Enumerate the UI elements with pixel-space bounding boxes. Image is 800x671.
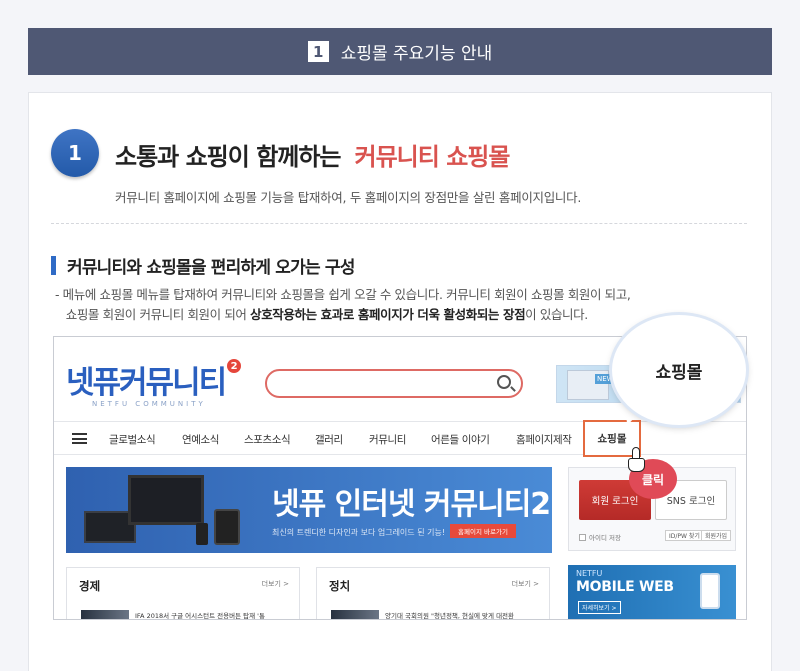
feature-title-text: 커뮤니티와 쇼핑몰을 편리하게 오가는 구성 bbox=[67, 258, 355, 278]
news-more-link[interactable]: 더보기 > bbox=[512, 579, 539, 589]
mobile-web-more-button[interactable]: 자세히보기 > bbox=[578, 601, 621, 614]
shop-callout-bubble: 쇼핑몰 bbox=[612, 315, 746, 425]
headline-prefix: 소통과 쇼핑이 함께하는 bbox=[115, 143, 342, 171]
nav-item-homepage[interactable]: 홈페이지제작 bbox=[516, 432, 572, 447]
main-banner-title: 넷퓨 인터넷 커뮤니티2 bbox=[272, 487, 551, 522]
find-id-pw-button[interactable]: ID/PW 찾기 bbox=[665, 530, 704, 541]
pointer-hand-icon bbox=[626, 447, 646, 473]
nav-item-gallery[interactable]: 갤러리 bbox=[315, 432, 343, 447]
homepage-link-button[interactable]: 홈페이지 바로가기 bbox=[450, 524, 516, 538]
news-headline[interactable]: 양기대 국회의원 "청년정책, 현실에 맞게 대전환 bbox=[385, 610, 514, 619]
divider bbox=[51, 223, 747, 224]
phone-image bbox=[196, 523, 208, 545]
phone-icon bbox=[700, 573, 720, 609]
nav-item-sports[interactable]: 스포츠소식 bbox=[244, 432, 291, 447]
site-logo-subtitle: NETFU COMMUNITY bbox=[92, 400, 206, 408]
nav-item-entertainment[interactable]: 연예소식 bbox=[182, 432, 219, 447]
title-accent-bar bbox=[51, 256, 56, 275]
news-title: 정치 bbox=[329, 579, 351, 593]
site-logo[interactable]: 넷퓨커뮤니티 2 bbox=[66, 357, 242, 402]
monitor-image bbox=[128, 475, 204, 525]
hamburger-menu-icon[interactable] bbox=[72, 433, 87, 444]
news-box-politics: 정치 더보기 > 양기대 국회의원 "청년정책, 현실에 맞게 대전환 bbox=[316, 567, 550, 619]
hand-palm bbox=[628, 458, 645, 472]
checkbox-icon[interactable] bbox=[579, 533, 586, 541]
desc-line-2: 쇼핑몰 회원이 커뮤니티 회원이 되어 상호작용하는 효과로 홈페이지가 더욱 … bbox=[55, 305, 630, 325]
mobile-web-title: MOBILE WEB bbox=[576, 579, 674, 595]
main-banner[interactable]: 넷퓨 인터넷 커뮤니티2 최신의 트렌디한 디자인과 보다 업그레이드 된 기능… bbox=[66, 467, 552, 553]
mobile-web-brand: NETFU bbox=[576, 569, 603, 578]
search-input[interactable] bbox=[265, 369, 523, 398]
news-box-economy: 경제 더보기 > IFA 2018서 구글 어시스턴트 전용버튼 탑재 '통 bbox=[66, 567, 300, 619]
desc-line-2c: 이 있습니다. bbox=[525, 307, 588, 322]
headline-highlight: 커뮤니티 쇼핑몰 bbox=[354, 143, 511, 171]
news-more-link[interactable]: 더보기 > bbox=[262, 579, 289, 589]
desc-emphasis: 상호작용하는 효과로 홈페이지가 더욱 활성화되는 장점 bbox=[250, 307, 526, 322]
step-number-badge: 1 bbox=[51, 129, 99, 177]
section-number: 1 bbox=[307, 41, 329, 62]
site-logo-text: 넷퓨커뮤니티 bbox=[66, 365, 227, 401]
join-button[interactable]: 회원가입 bbox=[701, 530, 732, 541]
feature-description: - 메뉴에 쇼핑몰 메뉴를 탑재하여 커뮤니티와 쇼핑몰을 쉽게 오갈 수 있습… bbox=[55, 285, 631, 325]
section-header-bar: 1 쇼핑몰 주요기능 안내 bbox=[28, 28, 772, 75]
nav-item-adults[interactable]: 어른들 이야기 bbox=[431, 432, 490, 447]
news-thumbnail[interactable] bbox=[331, 610, 379, 619]
tablet-image bbox=[214, 509, 240, 545]
desc-line-2a: 쇼핑몰 회원이 커뮤니티 회원이 되어 bbox=[65, 307, 251, 322]
save-id-checkbox[interactable]: 아이디 저장 bbox=[579, 532, 621, 542]
news-headline[interactable]: IFA 2018서 구글 어시스턴트 전용버튼 탑재 '통 bbox=[135, 610, 265, 619]
section-header-title: 쇼핑몰 주요기능 안내 bbox=[340, 44, 493, 64]
headline: 소통과 쇼핑이 함께하는 커뮤니티 쇼핑몰 bbox=[115, 137, 511, 172]
nav-item-community[interactable]: 커뮤니티 bbox=[369, 432, 406, 447]
headline-subline: 커뮤니티 홈페이지에 쇼핑몰 기능을 탑재하여, 두 홈페이지의 장점만을 살린… bbox=[115, 190, 582, 205]
feature-title: 커뮤니티와 쇼핑몰을 편리하게 오가는 구성 bbox=[51, 253, 355, 278]
desc-line-1: - 메뉴에 쇼핑몰 메뉴를 탑재하여 커뮤니티와 쇼핑몰을 쉽게 오갈 수 있습… bbox=[55, 287, 631, 302]
main-banner-subtitle: 최신의 트렌디한 디자인과 보다 업그레이드 된 기능! bbox=[272, 528, 446, 537]
mobile-web-banner[interactable]: NETFU MOBILE WEB 자세히보기 > bbox=[568, 565, 736, 619]
save-id-label: 아이디 저장 bbox=[589, 534, 621, 542]
news-thumbnail[interactable] bbox=[81, 610, 129, 619]
search-icon[interactable] bbox=[497, 375, 511, 389]
nav-item-global[interactable]: 글로벌소식 bbox=[109, 432, 156, 447]
news-title: 경제 bbox=[79, 579, 101, 593]
logo-version-badge: 2 bbox=[227, 359, 242, 373]
